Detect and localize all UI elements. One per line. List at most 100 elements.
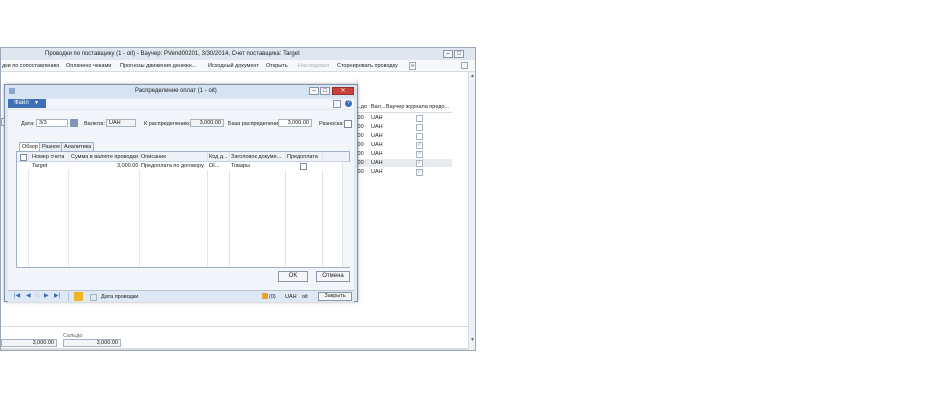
chevron-down-icon: ▼ (34, 100, 39, 106)
tab-overview-label: Обзор (22, 144, 38, 150)
menu-item-cash-forecast[interactable]: Прогнозы движения денежн... (120, 63, 196, 69)
dialog-maximize-button[interactable]: □ (320, 87, 330, 95)
status-company: oit (302, 294, 308, 300)
cell-currency: UAH (371, 133, 383, 139)
cell-account: Target (32, 163, 48, 169)
scroll-up-icon[interactable]: ▲ (470, 73, 475, 79)
journal-checkbox[interactable]: ✓ (416, 169, 423, 176)
menu-item-inherited[interactable]: Наследовал (298, 63, 329, 69)
minimize-button[interactable]: – (443, 50, 453, 58)
journal-checkbox[interactable]: ✓ (416, 151, 423, 158)
journal-checkbox[interactable] (416, 124, 423, 131)
cell-amount: 3,000.00 (117, 163, 139, 169)
cell-currency: UAH (371, 124, 383, 130)
menu-item-reverse-transaction[interactable]: Сторнировать проводку (337, 63, 398, 69)
to-distribute-field: 3,000.00 (190, 119, 224, 127)
col-doc-header[interactable]: Заголовок докуме... (231, 154, 281, 160)
table-row[interactable]: .00 UAH (356, 132, 452, 140)
tab-analytics[interactable]: Аналитика (61, 142, 95, 151)
col-code[interactable]: Код д... (209, 154, 228, 160)
menu-item-source-document[interactable]: Исходный документ (208, 63, 259, 69)
next-record-icon[interactable]: ▶ (44, 293, 49, 299)
column-header-journal-voucher: Ваучер журнала предо... (386, 104, 450, 110)
visible-columns-area: ...до Вал... Ваучер журнала предо... .00… (356, 79, 454, 299)
date-label: Дата: (21, 121, 35, 127)
table-row[interactable]: .00 UAH ✓ (356, 150, 452, 158)
cancel-button[interactable]: Отмена (316, 271, 350, 282)
divider (68, 292, 69, 301)
previous-record-icon[interactable]: ◀ (26, 293, 31, 299)
menu-item-open[interactable]: Открыть (266, 63, 288, 69)
panel-toggle-icon[interactable] (461, 62, 468, 69)
table-row[interactable]: Target 3,000.00 Предоплата по договору O… (17, 162, 349, 170)
dialog-title: Распределение оплат (1 - oit) (135, 88, 217, 94)
notification-counter: (0) (269, 294, 276, 300)
journal-checkbox[interactable]: ✓ (416, 142, 423, 149)
posting-date-label: Дата проводки (101, 294, 139, 300)
previous-page-icon[interactable]: ◁ (34, 293, 39, 299)
cell-currency: UAH (371, 142, 383, 148)
main-window-titlebar[interactable]: Проводки по поставщику (1 - oit) - Вауче… (1, 48, 475, 60)
vertical-scrollbar[interactable]: ▲ ▼ (468, 72, 475, 350)
select-all-checkbox[interactable] (20, 154, 27, 161)
dialog-minimize-button[interactable]: – (309, 87, 319, 95)
table-row[interactable]: .00 UAH ✓ (356, 168, 452, 176)
panel-toggle-icon[interactable] (333, 100, 341, 108)
total-field-1: 3,000.00 (1, 339, 57, 347)
spread-checkbox[interactable] (344, 120, 352, 128)
file-menu-button[interactable]: Файл ▼ (8, 99, 46, 108)
footer-divider (1, 326, 468, 327)
main-window-actionbar: дки по сопоставлению Оплачено чеками Про… (1, 60, 475, 72)
dialog-titlebar[interactable]: Распределение оплат (1 - oit) – □ ✕ (5, 85, 357, 98)
header-divider (356, 112, 452, 113)
menu-item-matching[interactable]: дки по сопоставлению (2, 63, 59, 69)
distribution-base-input[interactable]: 3,000.00 (278, 119, 312, 127)
distribution-base-label: База распределения: (228, 121, 283, 127)
help-icon[interactable]: ? (345, 100, 352, 107)
file-menu-label: Файл (14, 100, 29, 106)
calendar-icon[interactable] (70, 119, 78, 127)
table-row[interactable]: .00 UAH (356, 123, 452, 131)
cell-doc-header: Товары (231, 163, 250, 169)
notification-icon[interactable] (262, 293, 268, 299)
horizontal-scrollbar[interactable] (1, 348, 468, 350)
ok-button[interactable]: OK (278, 271, 308, 282)
scroll-down-icon[interactable]: ▼ (470, 337, 475, 343)
total-field-2: 3,000.00 (63, 339, 121, 347)
main-window-title: Проводки по поставщику (1 - oit) - Вауче… (45, 51, 300, 57)
currency-label: Валюта: (84, 121, 105, 127)
col-description[interactable]: Описание (141, 154, 166, 160)
dialog-actionbar: ? (8, 99, 354, 109)
grid-scrollbar[interactable] (342, 162, 350, 267)
table-row[interactable]: .00 UAH ✓ (356, 159, 452, 167)
journal-checkbox[interactable]: ✓ (416, 160, 423, 167)
journal-checkbox[interactable] (416, 115, 423, 122)
journal-checkbox[interactable] (416, 133, 423, 140)
col-prepayment[interactable]: Предоплата (287, 154, 318, 160)
col-account-number[interactable]: Номер счета (32, 154, 64, 160)
overflow-menu-icon[interactable]: » (409, 62, 417, 70)
prepayment-checkbox[interactable] (300, 163, 307, 170)
col-amount[interactable]: Сумма в валюте проводки (71, 154, 138, 160)
dialog-close-button[interactable]: ✕ (332, 87, 354, 95)
status-currency: UAH (285, 294, 297, 300)
tab-misc[interactable]: Разное (39, 142, 64, 151)
cell-description: Предоплата по договору (141, 163, 204, 169)
cell-currency: UAH (371, 151, 383, 157)
currency-field: UAH (106, 119, 136, 127)
edit-icon[interactable] (74, 292, 83, 301)
table-row[interactable]: .00 UAH (356, 114, 452, 122)
cell-currency: UAH (371, 160, 383, 166)
attachment-icon[interactable] (90, 294, 97, 301)
tab-misc-label: Разное (42, 144, 61, 150)
last-record-icon[interactable]: ▶| (54, 293, 60, 299)
table-row[interactable]: .00 UAH ✓ (356, 141, 452, 149)
first-record-icon[interactable]: |◀ (14, 293, 20, 299)
column-header-currency: Вал... (371, 104, 386, 110)
tab-overview[interactable]: Обзор (19, 142, 41, 151)
close-button[interactable]: Закрыть (318, 292, 352, 301)
menu-item-paid-by-checks[interactable]: Оплачено чеками (66, 63, 111, 69)
maximize-button[interactable]: □ (454, 50, 464, 58)
cell-currency: UAH (371, 115, 383, 121)
date-input[interactable]: 3/3 (36, 119, 68, 127)
